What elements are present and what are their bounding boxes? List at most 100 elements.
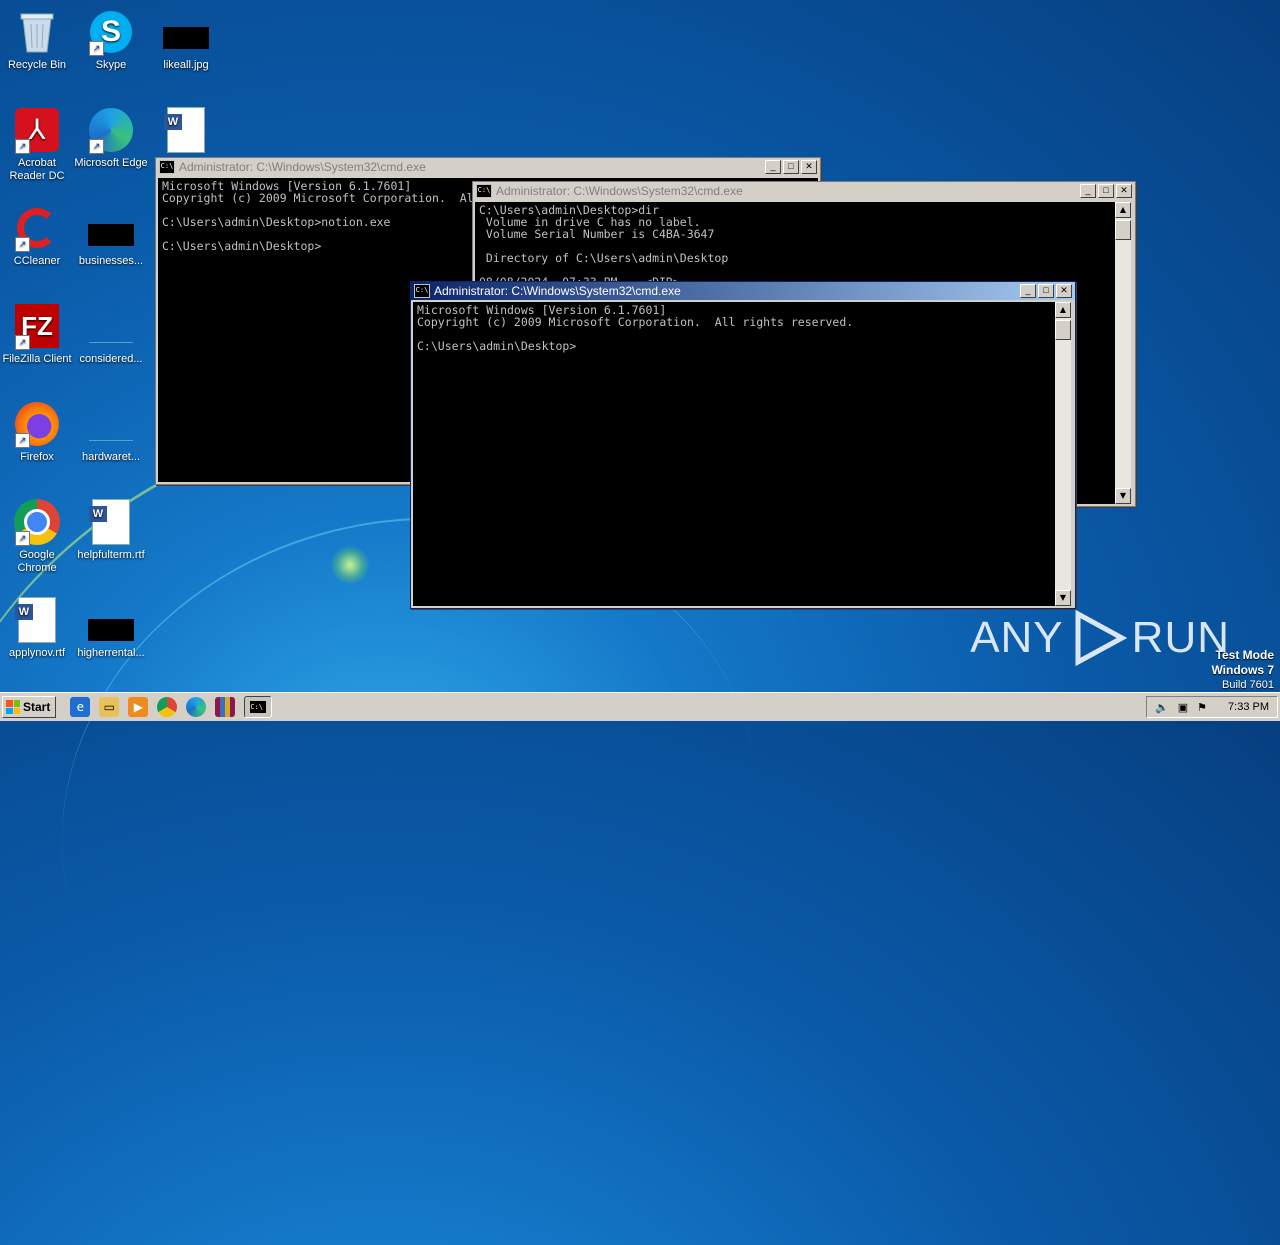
word-document-icon: W xyxy=(162,106,210,154)
system-tray: 🔈 ▣ ⚑ 7:33 PM xyxy=(1146,696,1278,718)
network-icon[interactable]: ▣ xyxy=(1178,701,1188,714)
file-icon xyxy=(87,204,135,252)
desktop-icon-label: considered... xyxy=(79,353,143,365)
desktop-icon-applynov[interactable]: W applynov.rtf xyxy=(0,596,74,660)
test-mode-line2: Windows 7 xyxy=(1211,663,1274,677)
desktop-icon-label: businesses... xyxy=(78,255,144,267)
desktop-icon-label: higherrental... xyxy=(77,647,145,659)
desktop-icon-label: Recycle Bin xyxy=(7,59,67,71)
desktop-icon-label: helpfulterm.rtf xyxy=(77,549,145,561)
taskbar: Start e ▭ ▶ C:\ 🔈 ▣ ⚑ 7:33 PM xyxy=(0,692,1280,721)
file-icon xyxy=(87,596,135,644)
scroll-down-button[interactable]: ▼ xyxy=(1115,488,1131,504)
desktop-icon-label: applynov.rtf xyxy=(8,647,66,659)
scroll-up-button[interactable]: ▲ xyxy=(1055,302,1071,318)
play-triangle-icon xyxy=(1075,610,1127,666)
desktop-icon-hardwaret[interactable]: hardwaret... xyxy=(74,400,148,464)
close-button[interactable]: ✕ xyxy=(1116,184,1132,198)
window-title: Administrator: C:\Windows\System32\cmd.e… xyxy=(496,184,743,198)
maximize-button[interactable]: □ xyxy=(783,160,799,174)
image-file-icon xyxy=(162,8,210,56)
desktop-icon-considered[interactable]: considered... xyxy=(74,302,148,366)
test-mode-notice: Test Mode Windows 7 Build 7601 xyxy=(1211,648,1274,692)
desktop-icon-skype[interactable]: S ↗ Skype xyxy=(74,8,148,72)
desktop-icon-ccleaner[interactable]: ↗ CCleaner xyxy=(0,204,74,268)
titlebar[interactable]: C:\ Administrator: C:\Windows\System32\c… xyxy=(473,182,1135,200)
cmd-window-front[interactable]: C:\ Administrator: C:\Windows\System32\c… xyxy=(410,281,1076,609)
clock[interactable]: 7:33 PM xyxy=(1228,701,1269,713)
desktop-icon-label: likeall.jpg xyxy=(163,59,209,71)
desktop-icon-label: Microsoft Edge xyxy=(74,157,148,169)
titlebar[interactable]: C:\ Administrator: C:\Windows\System32\c… xyxy=(411,282,1075,300)
minimize-button[interactable]: _ xyxy=(1020,284,1036,298)
titlebar[interactable]: C:\ Administrator: C:\Windows\System32\c… xyxy=(156,158,820,176)
explorer-icon[interactable]: ▭ xyxy=(99,697,120,717)
acrobat-icon: ⅄ ↗ xyxy=(13,106,61,154)
desktop-icon-businesses[interactable]: businesses... xyxy=(74,204,148,268)
close-button[interactable]: ✕ xyxy=(801,160,817,174)
shortcut-arrow-icon: ↗ xyxy=(15,531,30,546)
cmd-icon: C:\ xyxy=(250,701,267,713)
rtf-document-icon: W xyxy=(13,596,61,644)
media-player-icon[interactable]: ▶ xyxy=(128,697,149,717)
scroll-up-button[interactable]: ▲ xyxy=(1115,202,1131,218)
vertical-scrollbar[interactable]: ▲ ▼ xyxy=(1115,202,1131,504)
edge-icon[interactable] xyxy=(186,697,207,717)
desktop-icon-edge[interactable]: ↗ Microsoft Edge xyxy=(74,106,148,170)
desktop-icon-word-doc[interactable]: W xyxy=(149,106,223,157)
close-button[interactable]: ✕ xyxy=(1056,284,1072,298)
console-output[interactable]: Microsoft Windows [Version 6.1.7601] Cop… xyxy=(413,302,1055,606)
desktop-icon-likeall[interactable]: likeall.jpg xyxy=(149,8,223,72)
desktop-icon-label: Firefox xyxy=(20,451,54,463)
maximize-button[interactable]: □ xyxy=(1038,284,1054,298)
cmd-icon: C:\ xyxy=(159,160,175,174)
desktop-icon-acrobat[interactable]: ⅄ ↗ Acrobat Reader DC xyxy=(0,106,74,183)
desktop-icon-higherrental[interactable]: higherrental... xyxy=(74,596,148,660)
file-icon xyxy=(87,302,135,350)
action-center-flag-icon[interactable]: ⚑ xyxy=(1197,701,1207,714)
ie-icon[interactable]: e xyxy=(70,697,91,717)
edge-icon: ↗ xyxy=(87,106,135,154)
shortcut-arrow-icon: ↗ xyxy=(89,41,104,56)
cmd-icon: C:\ xyxy=(476,184,492,198)
windows-logo-icon xyxy=(6,700,20,714)
rtf-document-icon: W xyxy=(87,498,135,546)
test-mode-line1: Test Mode xyxy=(1215,648,1274,662)
desktop-icon-label: Skype xyxy=(95,59,127,71)
start-button[interactable]: Start xyxy=(2,696,57,718)
desktop-icon-label: hardwaret... xyxy=(81,451,141,463)
winrar-icon[interactable] xyxy=(215,697,236,717)
shortcut-arrow-icon: ↗ xyxy=(15,237,30,252)
chrome-icon[interactable] xyxy=(157,697,178,717)
test-mode-line3: Build 7601 xyxy=(1222,679,1274,691)
firefox-icon: ↗ xyxy=(13,400,61,448)
vertical-scrollbar[interactable]: ▲ ▼ xyxy=(1055,302,1071,606)
desktop-icon-chrome[interactable]: ↗ Google Chrome xyxy=(0,498,74,575)
shortcut-arrow-icon: ↗ xyxy=(15,335,30,350)
file-icon xyxy=(87,400,135,448)
desktop-icon-helpfulterm[interactable]: W helpfulterm.rtf xyxy=(74,498,148,562)
desktop-icon-filezilla[interactable]: FZ ↗ FileZilla Client xyxy=(0,302,74,366)
scroll-thumb[interactable] xyxy=(1055,320,1071,340)
desktop-icon-label: Google Chrome xyxy=(17,549,57,574)
window-title: Administrator: C:\Windows\System32\cmd.e… xyxy=(179,160,426,174)
filezilla-icon: FZ ↗ xyxy=(13,302,61,350)
desktop-icon-label: FileZilla Client xyxy=(2,353,72,365)
ccleaner-icon: ↗ xyxy=(13,204,61,252)
desktop-icon-recycle-bin[interactable]: Recycle Bin xyxy=(0,8,74,72)
minimize-button[interactable]: _ xyxy=(765,160,781,174)
minimize-button[interactable]: _ xyxy=(1080,184,1096,198)
volume-icon[interactable]: 🔈 xyxy=(1155,701,1169,714)
maximize-button[interactable]: □ xyxy=(1098,184,1114,198)
recycle-bin-icon xyxy=(13,8,61,56)
window-title: Administrator: C:\Windows\System32\cmd.e… xyxy=(434,284,681,298)
desktop-icon-firefox[interactable]: ↗ Firefox xyxy=(0,400,74,464)
desktop-icon-label: Acrobat Reader DC xyxy=(9,157,65,182)
anyrun-watermark: ANY RUN xyxy=(970,610,1230,666)
scroll-down-button[interactable]: ▼ xyxy=(1055,590,1071,606)
start-label: Start xyxy=(23,700,51,714)
wallpaper-glow xyxy=(330,545,370,585)
scroll-thumb[interactable] xyxy=(1115,220,1131,240)
cmd-taskbar-button[interactable]: C:\ xyxy=(244,696,273,718)
shortcut-arrow-icon: ↗ xyxy=(89,139,104,154)
